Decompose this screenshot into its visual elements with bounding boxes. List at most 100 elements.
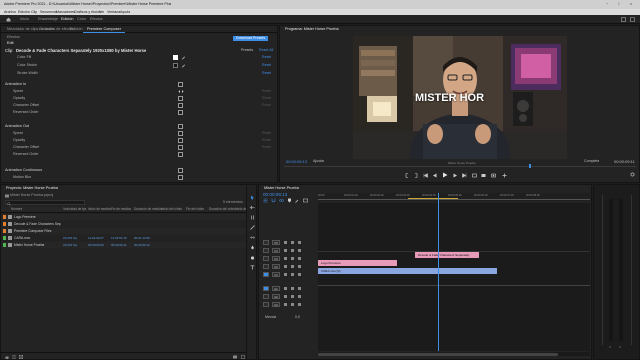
param-checkbox[interactable] (178, 103, 183, 108)
track-header[interactable]: V2 (259, 263, 318, 270)
eyedropper-icon[interactable] (181, 55, 186, 60)
icon-view-icon[interactable] (19, 355, 23, 359)
eye-icon[interactable] (298, 265, 301, 268)
sync-icon[interactable] (291, 287, 294, 290)
monitor-scrub-bar[interactable] (284, 166, 636, 167)
eye-icon[interactable] (298, 241, 301, 244)
share-icon[interactable] (621, 17, 626, 22)
master-volume[interactable]: 0,0 (295, 315, 300, 320)
mute-icon[interactable] (298, 303, 301, 306)
param-reset[interactable]: Reset (262, 131, 271, 136)
razor-tool-icon[interactable] (250, 225, 255, 230)
param-checkbox[interactable] (178, 152, 183, 157)
column-header[interactable]: Fin del vídeo (186, 207, 204, 212)
sync-icon[interactable] (291, 257, 294, 260)
arrows-icon[interactable] (178, 89, 184, 94)
time-ruler[interactable]: 00:00 00:00:01:00 00:00:02:00 00:00:03:0… (318, 193, 590, 201)
menu-clip[interactable]: Clip (31, 10, 37, 15)
sync-icon[interactable] (291, 265, 294, 268)
track-name[interactable]: A1 (272, 286, 280, 291)
menu-ayuda[interactable]: Ayuda (120, 10, 130, 15)
project-row[interactable]: Decode & Fade Characters Separately (1, 221, 256, 227)
track-header[interactable]: A2 (259, 293, 318, 300)
track-target-toggle[interactable] (263, 264, 269, 269)
column-header[interactable]: Inicio del vídeo (161, 207, 182, 212)
type-tool-icon[interactable] (250, 265, 255, 270)
step-back-icon[interactable] (432, 173, 437, 178)
menu-ventana[interactable]: Ventana (107, 10, 120, 15)
section-title[interactable]: Animation Continuous (5, 168, 42, 173)
project-row[interactable]: Premiere Composer Files (1, 228, 256, 234)
track-name[interactable]: V3 (272, 256, 280, 261)
track-header[interactable]: V3 (259, 255, 318, 262)
sync-icon[interactable] (291, 249, 294, 252)
menu-marcadores[interactable]: Marcadores (56, 10, 75, 15)
settings-icon[interactable] (630, 172, 635, 177)
track-target-toggle[interactable] (263, 302, 269, 307)
program-timecode[interactable]: 00:00:06:13 (286, 159, 307, 164)
label-color-swatch[interactable] (3, 215, 6, 219)
column-header[interactable]: Duración de medios (134, 207, 162, 212)
minimize-button[interactable]: − (606, 2, 608, 7)
section-title[interactable]: Animation Out (5, 124, 29, 129)
menu-edicion[interactable]: Edición (18, 10, 30, 15)
pen-tool-icon[interactable] (250, 245, 255, 250)
eye-icon[interactable] (298, 257, 301, 260)
color-fill-swatch[interactable] (173, 55, 178, 60)
meter-solo-r[interactable]: S (619, 345, 621, 350)
maximize-icon[interactable] (630, 17, 635, 22)
track-target-toggle[interactable] (263, 294, 269, 299)
eyedropper-icon[interactable] (181, 63, 186, 68)
track-header[interactable]: V4 (259, 247, 318, 254)
program-monitor-tab[interactable]: Programa: Mister Horse Prueba (281, 26, 343, 32)
column-header[interactable]: Nombre (11, 207, 22, 212)
fit-dropdown[interactable]: Ajustar (313, 159, 324, 164)
project-row[interactable]: Mister Horse Prueba 23,976 fps 00:00:00:00… (1, 242, 256, 248)
new-bin-icon[interactable] (233, 355, 237, 359)
go-to-in-icon[interactable] (423, 173, 428, 178)
track-header[interactable]: V1 (259, 271, 318, 278)
column-header[interactable]: Duración del vídeo (209, 207, 236, 212)
monitor-playhead[interactable] (529, 164, 531, 168)
track-name[interactable]: V2 (272, 264, 280, 269)
mark-in-icon[interactable] (405, 173, 410, 178)
quality-dropdown[interactable]: Completa (584, 159, 599, 164)
param-checkbox[interactable] (178, 145, 183, 150)
track-target-toggle[interactable] (263, 248, 269, 253)
param-reset[interactable]: Reset (262, 138, 271, 143)
label-color-swatch[interactable] (3, 222, 6, 226)
menu-archivo[interactable]: Archivo (4, 10, 16, 15)
section-checkbox[interactable] (178, 124, 183, 129)
lock-icon[interactable] (5, 355, 9, 359)
menu-graficos[interactable]: Gráficos y títulos (74, 10, 101, 15)
work-area-bar[interactable] (408, 198, 458, 199)
play-icon[interactable] (442, 172, 448, 178)
track-select-icon[interactable] (250, 205, 255, 210)
color-stroke-swatch[interactable] (173, 63, 178, 68)
eye-icon[interactable] (298, 249, 301, 252)
sync-icon[interactable] (291, 273, 294, 276)
project-row[interactable]: Logo Premiere (1, 214, 256, 220)
export-frame-icon[interactable] (491, 173, 496, 178)
param-checkbox[interactable] (178, 175, 183, 180)
track-header[interactable]: V5 (259, 239, 318, 246)
section-title[interactable]: Animation In (5, 82, 26, 87)
timeline-tab[interactable]: Mister Horse Prueba (260, 185, 303, 191)
subtab-edit[interactable]: Edit (3, 40, 18, 46)
lock-icon[interactable] (284, 257, 287, 260)
param-checkbox[interactable] (178, 110, 183, 115)
track-target-toggle[interactable] (263, 256, 269, 261)
section-checkbox[interactable] (178, 82, 183, 87)
selection-tool-icon[interactable] (250, 195, 255, 200)
param-reset[interactable]: Reset (262, 89, 271, 94)
timeline-scrollbar[interactable] (318, 352, 590, 356)
track-target-toggle[interactable] (263, 272, 269, 277)
video-frame[interactable]: MISTER HOR (353, 36, 567, 159)
label-color-swatch[interactable] (3, 243, 6, 247)
color-stroke-reset[interactable]: Reset (262, 63, 271, 68)
menu-secuencia[interactable]: Secuencia (40, 10, 57, 15)
track-name[interactable]: V4 (272, 248, 280, 253)
workspace-tab-inicio[interactable]: Inicio (16, 16, 33, 22)
lock-icon[interactable] (284, 287, 287, 290)
param-reset[interactable]: Reset (262, 145, 271, 150)
